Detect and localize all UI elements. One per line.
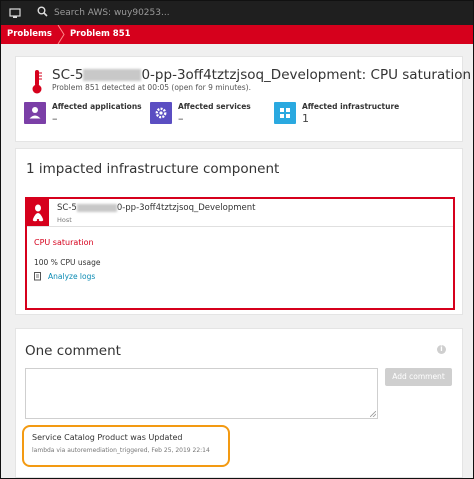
problem-subtitle: Problem 851 detected at 00:05 (open for … bbox=[52, 83, 251, 92]
host-name-prefix: SC-5 bbox=[57, 203, 77, 213]
comment-text: Service Catalog Product was Updated bbox=[32, 433, 183, 442]
cpu-usage: 100 % CPU usage bbox=[34, 258, 101, 267]
problem-type: CPU saturation bbox=[34, 238, 94, 247]
title-suffix: 0-pp-3off4tztzjsoq_Development: CPU satu… bbox=[141, 67, 472, 83]
problem-header-card: SC-5 0-pp-3off4tztzjsoq_Development: CPU … bbox=[15, 56, 471, 142]
host-header: SC-5 0-pp-3off4tztzjsoq_Development Host bbox=[27, 199, 453, 227]
affected-infrastructure-label: Affected infrastructure bbox=[302, 102, 400, 111]
impacted-components-card: 1 impacted infrastructure component SC-5… bbox=[15, 148, 463, 315]
menu-icon[interactable] bbox=[9, 7, 21, 19]
comment-entry: Service Catalog Product was Updated lamb… bbox=[22, 425, 230, 467]
affected-applications-label: Affected applications bbox=[52, 102, 142, 111]
document-icon bbox=[34, 272, 42, 281]
resize-grip-icon[interactable] bbox=[370, 411, 376, 417]
affected-infrastructure-value: 1 bbox=[302, 112, 309, 125]
comments-heading: One comment bbox=[25, 343, 121, 359]
comments-card: One comment i Add comment Service Catalo… bbox=[15, 328, 463, 478]
affected-services-label: Affected services bbox=[178, 102, 251, 111]
top-bar: Search AWS: wuy90253... bbox=[1, 1, 473, 25]
affected-services-value: – bbox=[178, 112, 184, 125]
page-title: SC-5 0-pp-3off4tztzjsoq_Development: CPU … bbox=[52, 67, 471, 83]
redacted-text bbox=[83, 69, 142, 81]
search-input[interactable]: Search AWS: wuy90253... bbox=[54, 8, 170, 18]
host-name-suffix: 0-pp-3off4tztzjsoq_Development bbox=[116, 203, 256, 213]
user-icon bbox=[24, 102, 46, 124]
redacted-text bbox=[76, 203, 117, 212]
gear-icon bbox=[150, 102, 172, 124]
comment-meta: lambda via autoremediation_triggered, Fe… bbox=[32, 447, 210, 454]
title-prefix: SC-5 bbox=[52, 67, 84, 83]
linux-icon bbox=[27, 199, 49, 226]
host-name[interactable]: SC-5 0-pp-3off4tztzjsoq_Development bbox=[57, 203, 255, 213]
host-type: Host bbox=[57, 216, 72, 224]
breadcrumb-problem-851[interactable]: Problem 851 bbox=[64, 25, 137, 44]
affected-applications-value: – bbox=[52, 112, 58, 125]
analyze-logs-link[interactable]: Analyze logs bbox=[34, 272, 95, 281]
breadcrumb: Problems Problem 851 bbox=[1, 25, 473, 44]
analyze-logs-label: Analyze logs bbox=[48, 272, 96, 281]
info-icon[interactable]: i bbox=[437, 345, 446, 354]
thermometer-icon bbox=[30, 69, 44, 95]
app-frame: Search AWS: wuy90253... Problems Problem… bbox=[0, 0, 474, 479]
comment-textarea[interactable] bbox=[25, 368, 378, 419]
grid-icon bbox=[274, 102, 296, 124]
breadcrumb-problems[interactable]: Problems bbox=[1, 25, 58, 44]
add-comment-button[interactable]: Add comment bbox=[385, 368, 452, 386]
search-icon[interactable] bbox=[37, 6, 48, 20]
impacted-heading: 1 impacted infrastructure component bbox=[26, 161, 280, 177]
impacted-host-card[interactable]: SC-5 0-pp-3off4tztzjsoq_Development Host … bbox=[25, 197, 455, 310]
